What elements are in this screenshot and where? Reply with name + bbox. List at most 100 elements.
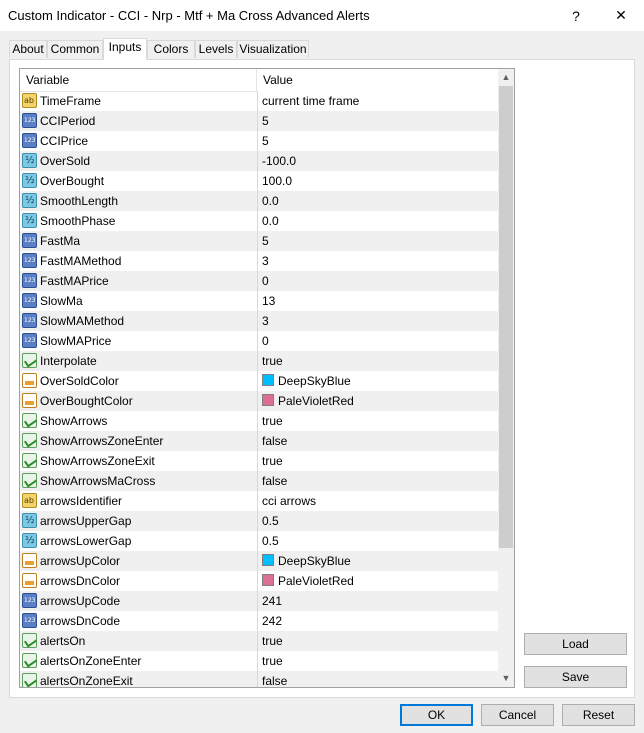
column-header-value[interactable]: Value	[257, 69, 498, 91]
value-cell[interactable]: current time frame	[257, 91, 498, 111]
table-row[interactable]: ShowArrowsZoneExit true	[20, 451, 498, 471]
table-row[interactable]: arrowsIdentifier cci arrows	[20, 491, 498, 511]
value-cell[interactable]: 242	[257, 611, 498, 631]
table-row[interactable]: SlowMAPrice 0	[20, 331, 498, 351]
table-row[interactable]: FastMAPrice 0	[20, 271, 498, 291]
table-row[interactable]: OverBoughtColor PaleVioletRed	[20, 391, 498, 411]
variable-cell[interactable]: SlowMAPrice	[20, 331, 256, 351]
table-row[interactable]: SmoothLength 0.0	[20, 191, 498, 211]
vertical-scrollbar[interactable]: ▲ ▼	[498, 69, 514, 687]
tab-inputs[interactable]: Inputs	[103, 38, 147, 60]
table-row[interactable]: ShowArrowsMaCross false	[20, 471, 498, 491]
table-row[interactable]: SmoothPhase 0.0	[20, 211, 498, 231]
variable-cell[interactable]: OverSold	[20, 151, 256, 171]
table-row[interactable]: arrowsUpColor DeepSkyBlue	[20, 551, 498, 571]
table-row[interactable]: ShowArrows true	[20, 411, 498, 431]
column-header-variable[interactable]: Variable	[20, 69, 256, 91]
table-row[interactable]: SlowMa 13	[20, 291, 498, 311]
tab-about[interactable]: About	[9, 40, 47, 58]
value-cell[interactable]: 5	[257, 131, 498, 151]
table-row[interactable]: OverSold -100.0	[20, 151, 498, 171]
value-cell[interactable]: 0.5	[257, 531, 498, 551]
table-row[interactable]: arrowsLowerGap 0.5	[20, 531, 498, 551]
table-row[interactable]: CCIPrice 5	[20, 131, 498, 151]
variable-cell[interactable]: Interpolate	[20, 351, 256, 371]
table-row[interactable]: FastMAMethod 3	[20, 251, 498, 271]
variable-cell[interactable]: SlowMAMethod	[20, 311, 256, 331]
variable-cell[interactable]: ShowArrows	[20, 411, 256, 431]
help-button[interactable]: ?	[553, 0, 599, 31]
value-cell[interactable]: false	[257, 431, 498, 451]
load-button[interactable]: Load	[524, 633, 627, 655]
variable-cell[interactable]: ShowArrowsMaCross	[20, 471, 256, 491]
scroll-down-arrow[interactable]: ▼	[498, 670, 514, 687]
value-cell[interactable]: 3	[257, 251, 498, 271]
value-cell[interactable]: true	[257, 451, 498, 471]
value-cell[interactable]: 0.5	[257, 511, 498, 531]
variable-cell[interactable]: arrowsLowerGap	[20, 531, 256, 551]
table-row[interactable]: alertsOnZoneExit false	[20, 671, 498, 687]
tab-colors[interactable]: Colors	[147, 40, 195, 58]
variable-cell[interactable]: SlowMa	[20, 291, 256, 311]
variable-cell[interactable]: FastMa	[20, 231, 256, 251]
variable-cell[interactable]: arrowsUpperGap	[20, 511, 256, 531]
value-cell[interactable]: false	[257, 671, 498, 687]
value-cell[interactable]: DeepSkyBlue	[257, 371, 498, 391]
variable-cell[interactable]: OverBoughtColor	[20, 391, 256, 411]
variable-cell[interactable]: OverBought	[20, 171, 256, 191]
value-cell[interactable]: true	[257, 411, 498, 431]
table-row[interactable]: CCIPeriod 5	[20, 111, 498, 131]
value-cell[interactable]: 0	[257, 331, 498, 351]
value-cell[interactable]: 5	[257, 111, 498, 131]
variable-cell[interactable]: arrowsUpColor	[20, 551, 256, 571]
variable-cell[interactable]: ShowArrowsZoneExit	[20, 451, 256, 471]
value-cell[interactable]: 13	[257, 291, 498, 311]
table-row[interactable]: arrowsUpCode 241	[20, 591, 498, 611]
table-row[interactable]: ShowArrowsZoneEnter false	[20, 431, 498, 451]
value-cell[interactable]: 0.0	[257, 211, 498, 231]
variable-cell[interactable]: SmoothPhase	[20, 211, 256, 231]
value-cell[interactable]: false	[257, 471, 498, 491]
value-cell[interactable]: true	[257, 631, 498, 651]
table-row[interactable]: arrowsUpperGap 0.5	[20, 511, 498, 531]
variable-cell[interactable]: arrowsUpCode	[20, 591, 256, 611]
table-row[interactable]: OverBought 100.0	[20, 171, 498, 191]
scroll-up-arrow[interactable]: ▲	[498, 69, 514, 86]
tab-visualization[interactable]: Visualization	[237, 40, 309, 58]
value-cell[interactable]: 3	[257, 311, 498, 331]
variable-cell[interactable]: FastMAMethod	[20, 251, 256, 271]
variable-cell[interactable]: OverSoldColor	[20, 371, 256, 391]
value-cell[interactable]: 100.0	[257, 171, 498, 191]
value-cell[interactable]: PaleVioletRed	[257, 391, 498, 411]
variable-cell[interactable]: CCIPrice	[20, 131, 256, 151]
value-cell[interactable]: cci arrows	[257, 491, 498, 511]
table-row[interactable]: arrowsDnColor PaleVioletRed	[20, 571, 498, 591]
table-row[interactable]: Interpolate true	[20, 351, 498, 371]
reset-button[interactable]: Reset	[562, 704, 635, 726]
table-row[interactable]: alertsOn true	[20, 631, 498, 651]
table-row[interactable]: arrowsDnCode 242	[20, 611, 498, 631]
cancel-button[interactable]: Cancel	[481, 704, 554, 726]
value-cell[interactable]: 0.0	[257, 191, 498, 211]
table-row[interactable]: FastMa 5	[20, 231, 498, 251]
value-cell[interactable]: 5	[257, 231, 498, 251]
scroll-thumb[interactable]	[499, 86, 513, 548]
value-cell[interactable]: PaleVioletRed	[257, 571, 498, 591]
table-row[interactable]: SlowMAMethod 3	[20, 311, 498, 331]
close-button[interactable]: ✕	[598, 0, 644, 31]
variable-cell[interactable]: TimeFrame	[20, 91, 256, 111]
value-cell[interactable]: 241	[257, 591, 498, 611]
save-button[interactable]: Save	[524, 666, 627, 688]
value-cell[interactable]: DeepSkyBlue	[257, 551, 498, 571]
variable-cell[interactable]: alertsOnZoneExit	[20, 671, 256, 687]
variable-cell[interactable]: CCIPeriod	[20, 111, 256, 131]
variable-cell[interactable]: ShowArrowsZoneEnter	[20, 431, 256, 451]
variable-cell[interactable]: alertsOnZoneEnter	[20, 651, 256, 671]
value-cell[interactable]: 0	[257, 271, 498, 291]
value-cell[interactable]: true	[257, 651, 498, 671]
tab-levels[interactable]: Levels	[195, 40, 237, 58]
variable-cell[interactable]: arrowsDnColor	[20, 571, 256, 591]
value-cell[interactable]: -100.0	[257, 151, 498, 171]
variable-cell[interactable]: arrowsDnCode	[20, 611, 256, 631]
table-row[interactable]: TimeFrame current time frame	[20, 91, 498, 111]
